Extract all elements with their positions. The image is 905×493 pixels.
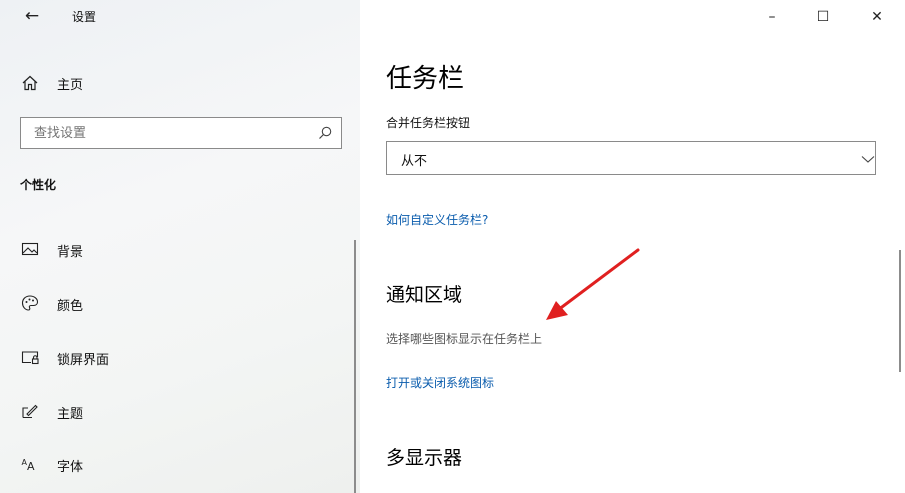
svg-text:A: A bbox=[27, 460, 35, 473]
notification-area-heading: 通知区域 bbox=[386, 284, 463, 306]
settings-window: ← 设置 主页 个性化 背景 bbox=[0, 0, 905, 493]
system-icons-link[interactable]: 打开或关闭系统图标 bbox=[386, 374, 494, 391]
close-icon: ✕ bbox=[871, 9, 883, 25]
maximize-icon: ☐ bbox=[816, 9, 830, 25]
sidebar-item-label: 主页 bbox=[57, 78, 84, 93]
theme-brush-icon bbox=[22, 404, 38, 419]
font-icon: A A bbox=[22, 458, 36, 473]
picture-icon bbox=[21, 242, 39, 256]
minimize-icon: – bbox=[768, 9, 776, 25]
annotation-arrow-icon bbox=[546, 248, 640, 320]
multiple-displays-heading: 多显示器 bbox=[386, 447, 463, 469]
sidebar-item-label: 锁屏界面 bbox=[57, 353, 110, 368]
customize-taskbar-link[interactable]: 如何自定义任务栏? bbox=[386, 211, 488, 228]
dropdown-value: 从不 bbox=[401, 154, 428, 169]
sidebar-item-fonts[interactable]: A A 字体 bbox=[0, 444, 360, 484]
app-title: 设置 bbox=[72, 10, 97, 24]
maximize-button[interactable]: ☐ bbox=[804, 0, 842, 34]
combine-buttons-label: 合并任务栏按钮 bbox=[386, 116, 471, 130]
content-scrollbar[interactable] bbox=[899, 250, 901, 372]
sidebar-item-background[interactable]: 背景 bbox=[0, 229, 360, 269]
main-content: – ☐ ✕ 任务栏 合并任务栏按钮 从不 如何自定义任务栏? 通知区域 选择哪些… bbox=[360, 0, 905, 493]
search-icon[interactable] bbox=[317, 125, 333, 141]
palette-icon bbox=[21, 295, 39, 311]
sidebar-item-lock-screen[interactable]: 锁屏界面 bbox=[0, 337, 360, 377]
back-arrow-icon: ← bbox=[24, 6, 40, 26]
sidebar-item-themes[interactable]: 主题 bbox=[0, 391, 360, 431]
page-title: 任务栏 bbox=[386, 64, 465, 94]
search-box[interactable] bbox=[20, 117, 342, 149]
close-button[interactable]: ✕ bbox=[858, 0, 896, 34]
section-title: 个性化 bbox=[20, 178, 57, 192]
sidebar-scrollbar[interactable] bbox=[354, 240, 356, 493]
chevron-down-icon bbox=[861, 156, 875, 163]
search-input[interactable] bbox=[21, 118, 311, 148]
sidebar: ← 设置 主页 个性化 背景 bbox=[0, 0, 360, 493]
sidebar-item-colors[interactable]: 颜色 bbox=[0, 283, 360, 323]
sidebar-item-label: 颜色 bbox=[57, 299, 84, 314]
combine-buttons-dropdown[interactable]: 从不 bbox=[386, 141, 876, 175]
sidebar-item-label: 背景 bbox=[57, 245, 84, 260]
home-icon bbox=[22, 75, 38, 91]
lock-screen-icon bbox=[21, 351, 39, 365]
notification-area-description: 选择哪些图标显示在任务栏上 bbox=[386, 332, 543, 346]
sidebar-item-label: 字体 bbox=[57, 460, 84, 475]
minimize-button[interactable]: – bbox=[753, 0, 791, 34]
sidebar-item-home[interactable]: 主页 bbox=[0, 64, 360, 100]
title-bar-left: ← 设置 bbox=[0, 0, 360, 34]
back-button[interactable]: ← bbox=[18, 3, 46, 29]
sidebar-item-label: 主题 bbox=[57, 407, 84, 422]
cutoff-text bbox=[386, 484, 390, 493]
